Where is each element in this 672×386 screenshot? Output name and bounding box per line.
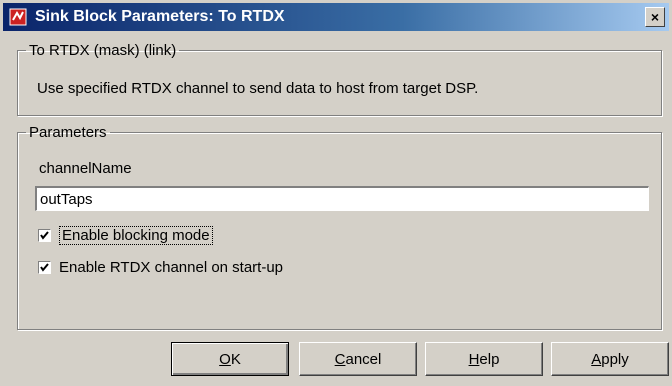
help-label: Help [468, 350, 500, 368]
startup-checkbox[interactable] [38, 261, 51, 274]
dialog-window: Sink Block Parameters: To RTDX × To RTDX… [0, 0, 672, 386]
check-icon [40, 263, 49, 272]
blocking-mode-row[interactable]: Enable blocking mode [38, 226, 213, 245]
channel-name-label: channelName [39, 160, 132, 177]
blocking-mode-checkbox[interactable] [38, 229, 51, 242]
help-button[interactable]: Help [425, 342, 543, 376]
apply-button[interactable]: Apply [551, 342, 669, 376]
mask-group-legend: To RTDX (mask) (link) [29, 42, 177, 59]
mask-description: Use specified RTDX channel to send data … [37, 80, 479, 97]
ok-label: OK [219, 350, 241, 368]
apply-label: Apply [591, 350, 629, 368]
blocking-mode-label[interactable]: Enable blocking mode [59, 226, 213, 245]
window-title: Sink Block Parameters: To RTDX [35, 8, 285, 25]
ok-button[interactable]: OK [171, 342, 289, 376]
check-icon [40, 231, 49, 240]
title-bar[interactable]: Sink Block Parameters: To RTDX × [3, 3, 669, 31]
mask-description-group: To RTDX (mask) (link) [17, 42, 662, 116]
simulink-block-icon [9, 8, 27, 26]
channel-name-input[interactable] [35, 186, 649, 211]
cancel-label: Cancel [334, 350, 382, 368]
cancel-button[interactable]: Cancel [299, 342, 417, 376]
close-button[interactable]: × [645, 7, 665, 27]
parameters-group-legend: Parameters [29, 124, 107, 141]
startup-label[interactable]: Enable RTDX channel on start-up [59, 259, 283, 276]
close-icon: × [650, 9, 660, 25]
startup-row[interactable]: Enable RTDX channel on start-up [38, 259, 283, 276]
